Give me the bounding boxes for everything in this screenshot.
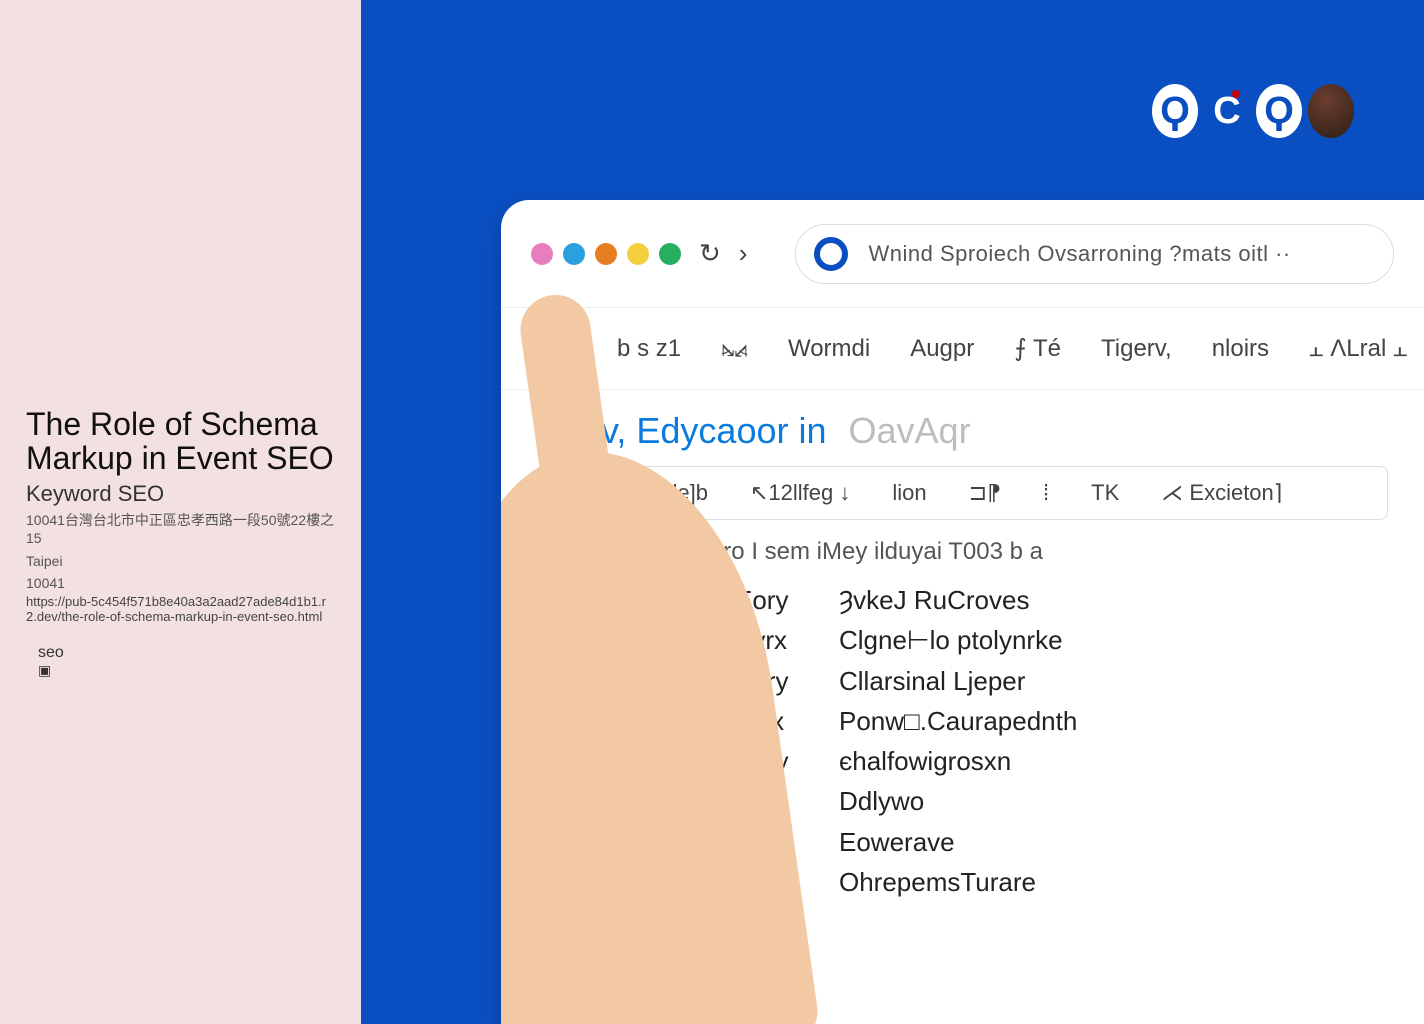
sidebar: The Role of Schema Markup in Event SEO K… <box>0 0 361 1024</box>
tab-item[interactable]: Augpr <box>910 335 974 363</box>
window-dot-3[interactable] <box>595 243 617 265</box>
row-value: ȜvkeJ RuCroves <box>839 580 1029 620</box>
list-item[interactable]: 80 00K → Bylx Ponw□.Caurapednth <box>581 701 1344 741</box>
filter-item[interactable]: ↖12llfeg ↓ <box>750 480 850 506</box>
list-item[interactable]: 68 00K → Eory ȜvkeJ RuCroves <box>581 580 1344 620</box>
hero-area: Ϙ C Ϙ ↻ › Wnind Sproiech Ovsarroning ?ma… <box>361 0 1424 1024</box>
tab-item[interactable]: ⫠ ɅLral ⫠ <box>1309 335 1407 363</box>
list-item[interactable]: 80 00K → Nilv OhrepemsTurare <box>581 862 1344 902</box>
row-value: єhalfowigrosxn <box>839 741 1011 781</box>
row-value: Clgne⊢lo ptolynrke <box>839 620 1063 660</box>
headline-secondary: OavAqr <box>849 410 971 451</box>
address: 10041台灣台北市中正區忠孝西路一段50號22樓之15 <box>26 511 335 547</box>
list-item[interactable]: 8I 00K → Egry Cllarsinal Ljeper <box>581 661 1344 701</box>
filter-item[interactable]: ⋌ Excieton⌉ <box>1161 480 1282 506</box>
filter-item[interactable]: lion <box>892 480 926 506</box>
result-list: 68 00K → Eory ȜvkeJ RuCroves 13 00K→ Byrx Clg… <box>501 580 1424 943</box>
row-metric: 8I 00K → <box>581 661 711 701</box>
row-label: Byrx <box>735 620 815 660</box>
site-icon <box>814 237 848 271</box>
row-value: Ponw□.Caurapednth <box>839 701 1077 741</box>
filter-bar[interactable]: nyvalih le]b ↖12llfeg ↓ lion ⊐⁋ ⁞ TK ⋌ Excieton… <box>537 466 1388 520</box>
tab-item[interactable]: Tigerv, <box>1101 335 1172 363</box>
zip: 10041 <box>26 574 335 592</box>
window-dot-1[interactable] <box>531 243 553 265</box>
logo-glyph-3: Ϙ <box>1256 84 1302 138</box>
page-subtitle: Keyword SEO <box>26 481 335 507</box>
row-value: Cllarsinal Ljeper <box>839 661 1025 701</box>
row-metric: 82 00K → <box>581 741 711 781</box>
window-dot-2[interactable] <box>563 243 585 265</box>
row-metric: 80 00K → <box>581 701 711 741</box>
window-dot-5[interactable] <box>659 243 681 265</box>
filter-item[interactable]: le]b <box>672 480 707 506</box>
list-item[interactable]: 32 00K → Bory Eowerave <box>581 822 1344 862</box>
row-label: Bory <box>735 822 815 862</box>
browser-window: ↻ › Wnind Sproiech Ovsarroning ?mats oit… <box>501 200 1424 1024</box>
row-metric: 13 00K→ <box>581 620 711 660</box>
window-controls[interactable] <box>531 243 681 265</box>
row-metric: 32 00K → <box>581 822 711 862</box>
row-label: Nilv <box>735 862 815 902</box>
tab-item[interactable]: nloirs <box>1212 335 1269 363</box>
row-metric: 17 004 → <box>581 781 711 821</box>
filter-item[interactable]: TK <box>1091 480 1119 506</box>
tab-item[interactable]: b s z1 <box>617 335 681 363</box>
brand-logo: Ϙ C Ϙ <box>1152 84 1354 138</box>
filter-item[interactable]: ⊐⁋ <box>969 480 1001 506</box>
logo-glyph-2: C <box>1204 84 1250 138</box>
browser-toolbar: ↻ › Wnind Sproiech Ovsarroning ?mats oit… <box>501 200 1424 308</box>
nav-forward-icon[interactable]: › <box>739 238 748 269</box>
result-headline: Anev, Edycaoor in OavAqr <box>501 390 1424 460</box>
tab-item[interactable]: ⦮⦯ <box>721 335 748 363</box>
address-bar[interactable]: Wnind Sproiech Ovsarroning ?mats oitl ·· <box>795 224 1394 284</box>
filter-item[interactable]: nyvalih <box>562 480 630 506</box>
row-value: Ddlywo <box>839 781 924 821</box>
row-metric: 68 00K → <box>581 580 711 620</box>
list-item[interactable]: 8E 00K → <box>581 902 1344 942</box>
filter-item[interactable]: ⁞ <box>1043 480 1049 506</box>
list-item[interactable]: 17 004 → Rylx Ddlywo <box>581 781 1344 821</box>
row-metric: 80 00K → <box>581 862 711 902</box>
address-text: Wnind Sproiech Ovsarroning ?mats oitl ·· <box>868 241 1290 267</box>
tab-item[interactable]: ⨍ Té <box>1014 334 1061 363</box>
row-value: OhrepemsTurare <box>839 862 1036 902</box>
page-url: https://pub-5c454f571b8e40a3a2aad27ade84… <box>26 594 335 624</box>
row-label: Egry <box>735 661 815 701</box>
city: Taipei <box>26 552 335 570</box>
tab-item[interactable]: u̲pp <box>537 335 577 363</box>
tag-label: seo <box>38 644 64 662</box>
row-label: Eory <box>735 580 815 620</box>
list-item[interactable]: 82 00K → Bury єhalfowigrosxn <box>581 741 1344 781</box>
row-label: Rylx <box>735 781 815 821</box>
result-subheading: Hry oun⍼ Roro I sem iMey ilduyai T003 b … <box>501 520 1424 580</box>
tag-icon: ▣ <box>38 662 335 679</box>
window-dot-4[interactable] <box>627 243 649 265</box>
page-title: The Role of Schema Markup in Event SEO <box>26 408 335 475</box>
logo-glyph-4 <box>1308 84 1354 138</box>
list-item[interactable]: 13 00K→ Byrx Clgne⊢lo ptolynrke <box>581 620 1344 660</box>
nav-back-icon[interactable]: ↻ <box>699 238 721 269</box>
headline-main: Anev, Edycaoor in <box>537 410 827 451</box>
row-label: Bylx <box>735 701 815 741</box>
row-metric: 8E 00K → <box>581 902 711 942</box>
tab-item[interactable]: Wormdi <box>788 335 870 363</box>
row-value: Eowerave <box>839 822 955 862</box>
logo-glyph-1: Ϙ <box>1152 84 1198 138</box>
row-label: Bury <box>735 741 815 781</box>
tab-strip[interactable]: u̲pp b s z1 ⦮⦯ Wormdi Augpr ⨍ Té Tigerv, nloirs… <box>501 308 1424 390</box>
